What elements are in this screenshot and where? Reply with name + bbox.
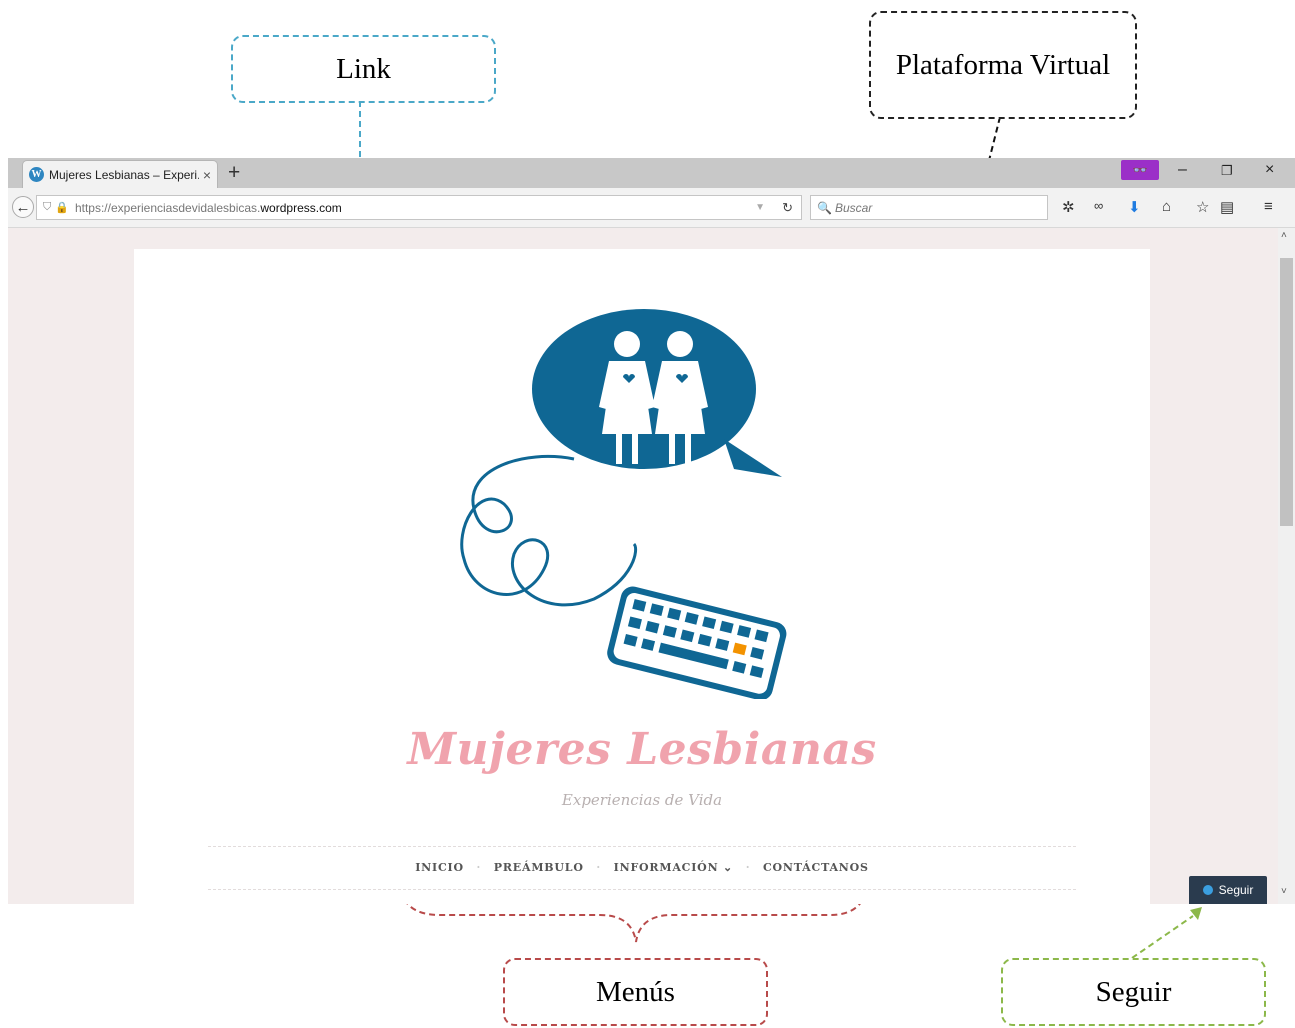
search-placeholder: Buscar <box>834 200 873 215</box>
tab-bar: W Mujeres Lesbianas – Experi... × + 👓 – … <box>8 158 1295 188</box>
search-icon: 🔍 <box>817 200 832 215</box>
search-input[interactable]: 🔍 Buscar <box>810 195 1048 220</box>
back-arrow-icon[interactable]: ← <box>12 196 34 218</box>
follow-button-label: Seguir <box>1218 883 1254 897</box>
tab-title: Mujeres Lesbianas – Experi... <box>49 167 199 182</box>
url-domain: wordpress.com <box>260 200 342 215</box>
page-content: Mujeres Lesbianas Experiencias de Vida I… <box>134 249 1150 904</box>
scrollbar-thumb[interactable] <box>1280 258 1293 526</box>
navigation-toolbar: ← ⛉ 🔒 https://experienciasdevidalesbicas… <box>8 188 1295 228</box>
close-window-button[interactable]: × <box>1265 161 1274 179</box>
scroll-down-icon[interactable]: ˅ <box>1281 886 1287 897</box>
site-logo <box>460 309 787 699</box>
new-tab-button[interactable]: + <box>228 161 240 185</box>
vertical-scrollbar[interactable]: ˄ ˅ <box>1278 228 1295 904</box>
download-icon[interactable]: ⬇ <box>1128 198 1141 216</box>
reading-list-icon[interactable]: ▤ <box>1220 198 1234 216</box>
menu-item-contactanos[interactable]: CONTÁCTANOS <box>763 861 869 874</box>
url-prefix: https://experienciasdevidalesbicas. <box>74 200 261 215</box>
menu-item-informacion[interactable]: INFORMACIÓN ⌄ <box>614 861 733 874</box>
lock-icon: 🔒 <box>55 202 69 214</box>
menus-annotation: Menús <box>503 958 768 1026</box>
home-icon[interactable]: ⌂ <box>1162 198 1171 215</box>
menu-separator: · <box>596 861 601 874</box>
site-title[interactable]: Mujeres Lesbianas <box>134 724 1150 775</box>
plataforma-annotation: Plataforma Virtual <box>869 11 1137 119</box>
url-dropdown-icon[interactable]: ▼ <box>755 202 765 213</box>
menu-separator: · <box>745 861 751 874</box>
browser-tab[interactable]: W Mujeres Lesbianas – Experi... × <box>22 160 218 188</box>
scroll-up-icon[interactable]: ˄ <box>1281 230 1287 241</box>
browser-window: W Mujeres Lesbianas – Experi... × + 👓 – … <box>8 158 1295 904</box>
menu-divider-top <box>208 846 1076 847</box>
gear-icon[interactable]: ✲ <box>1062 198 1075 216</box>
seguir-annotation: Seguir <box>1001 958 1266 1026</box>
url-bar[interactable]: ⛉ 🔒 https://experienciasdevidalesbicas. w… <box>36 195 802 220</box>
site-tagline: Experiencias de Vida <box>561 791 723 809</box>
tab-close-icon[interactable]: × <box>203 167 211 183</box>
follow-plus-icon <box>1202 885 1213 895</box>
wordpress-icon: W <box>29 167 44 182</box>
page-viewport: Mujeres Lesbianas Experiencias de Vida I… <box>8 228 1278 904</box>
main-menu: INICIO · PREÁMBULO · INFORMACIÓN ⌄ · CON… <box>134 861 1150 874</box>
menu-separator: · <box>476 861 482 874</box>
star-icon[interactable]: ☆ <box>1196 198 1209 216</box>
menu-item-preambulo[interactable]: PREÁMBULO <box>494 861 584 874</box>
minimize-button[interactable]: – <box>1178 161 1187 179</box>
restore-button[interactable]: ❐ <box>1221 163 1233 179</box>
link-annotation: Link <box>231 35 496 103</box>
reload-icon[interactable]: ↻ <box>782 200 793 216</box>
private-mask-icon: 👓 <box>1121 160 1159 180</box>
follow-button[interactable]: Seguir <box>1189 876 1267 904</box>
menu-item-inicio[interactable]: INICIO <box>415 861 464 874</box>
menu-icon[interactable]: ≡ <box>1264 198 1273 215</box>
menu-divider-bottom <box>208 889 1076 890</box>
shield-icon: ⛉ <box>43 201 52 213</box>
mask-icon[interactable]: ∞ <box>1094 198 1103 213</box>
